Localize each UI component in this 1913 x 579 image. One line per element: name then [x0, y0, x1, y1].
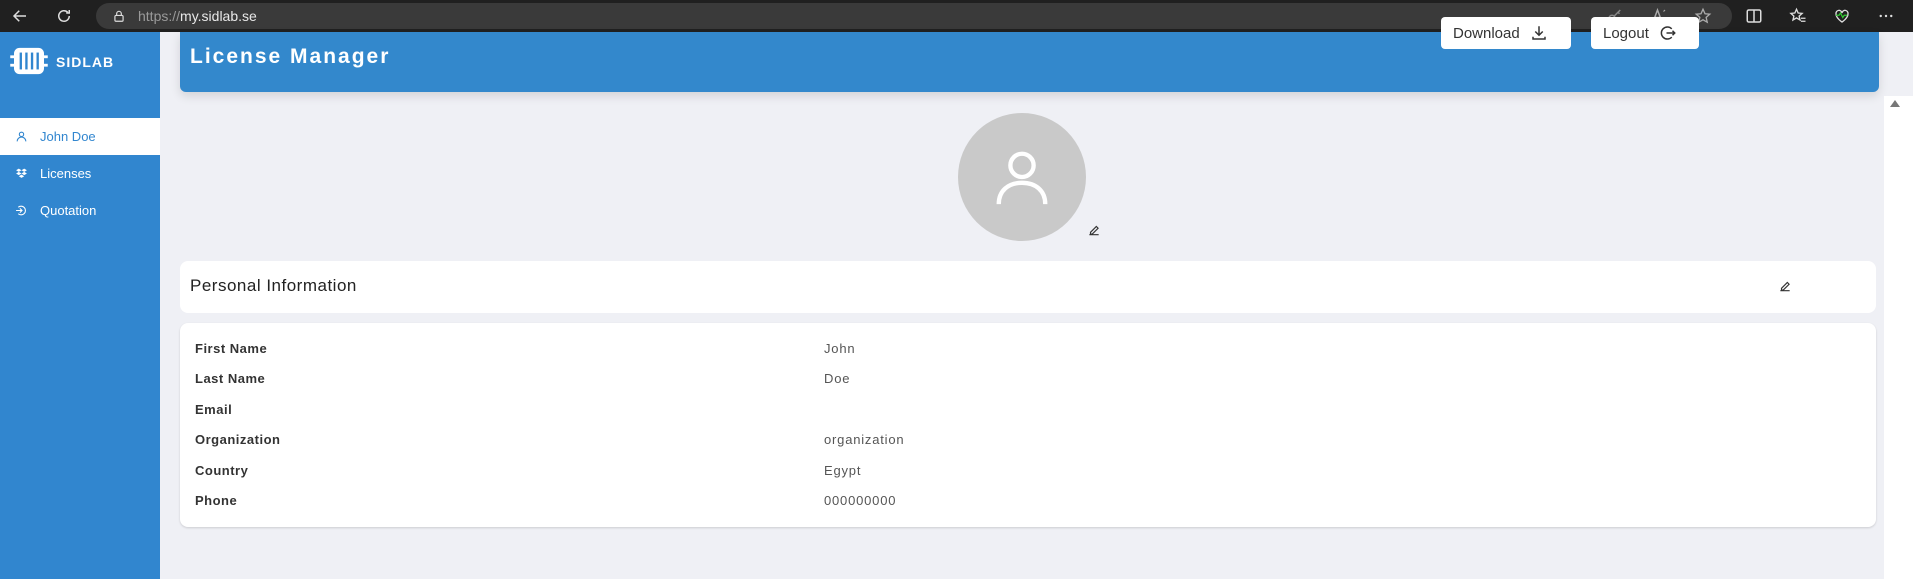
download-label: Download	[1453, 24, 1520, 42]
info-value: Doe	[824, 371, 851, 386]
split-screen-icon	[1746, 9, 1762, 23]
info-label: Email	[195, 402, 233, 417]
more-menu-button[interactable]	[1873, 3, 1899, 29]
download-button[interactable]: Download	[1441, 17, 1571, 49]
user-placeholder-icon	[996, 151, 1048, 205]
sidebar: SIDLAB John Doe Licenses Quotation	[0, 32, 160, 579]
info-value: Egypt	[824, 463, 862, 478]
sidebar-item-label: John Doe	[40, 129, 96, 144]
sidebar-item-licenses[interactable]: Licenses	[0, 155, 160, 192]
heart-pulse-icon	[1835, 9, 1849, 23]
edit-avatar-icon[interactable]	[1087, 223, 1101, 237]
info-row-first-name: First Name John	[195, 341, 1845, 361]
back-button[interactable]	[6, 2, 34, 30]
page-scrollbar[interactable]	[1884, 96, 1913, 579]
logout-button[interactable]: Logout	[1591, 17, 1699, 49]
avatar	[958, 113, 1086, 241]
logout-icon	[1660, 26, 1676, 40]
health-button[interactable]	[1829, 3, 1855, 29]
info-row-organization: Organization organization	[195, 432, 1845, 452]
sidebar-item-label: Licenses	[40, 166, 92, 181]
refresh-button[interactable]	[50, 2, 78, 30]
info-value: organization	[824, 432, 905, 447]
split-screen-button[interactable]	[1741, 3, 1767, 29]
sidebar-item-label: Quotation	[40, 203, 97, 218]
favorites-button[interactable]	[1785, 3, 1811, 29]
brand[interactable]: SIDLAB	[0, 32, 160, 118]
info-value: 000000000	[824, 493, 897, 508]
url-protocol: https://	[138, 8, 181, 24]
personal-info-header-card: Personal Information	[180, 261, 1876, 313]
more-dots-icon	[1879, 14, 1893, 18]
login-icon	[14, 204, 28, 218]
favorites-icon	[1789, 7, 1806, 22]
download-icon	[1531, 26, 1546, 40]
sidebar-item-profile[interactable]: John Doe	[0, 118, 160, 155]
lock-icon	[114, 10, 124, 22]
info-row-phone: Phone 000000000	[195, 493, 1845, 513]
info-row-country: Country Egypt	[195, 463, 1845, 483]
info-row-last-name: Last Name Doe	[195, 371, 1845, 391]
arrow-left-icon	[12, 10, 26, 22]
info-label: Phone	[195, 493, 238, 508]
refresh-icon	[58, 10, 70, 22]
info-label: Organization	[195, 432, 281, 447]
edit-info-icon[interactable]	[1778, 279, 1792, 293]
info-label: First Name	[195, 341, 268, 356]
info-row-email: Email	[195, 402, 1845, 422]
url-domain: my.sidlab.se	[180, 8, 257, 24]
scroll-up-arrow-icon[interactable]	[1890, 100, 1900, 107]
info-value: John	[824, 341, 856, 356]
brand-name: SIDLAB	[56, 54, 115, 70]
dropbox-icon	[14, 167, 28, 181]
sidebar-item-quotation[interactable]: Quotation	[0, 192, 160, 229]
page-title: License Manager	[190, 45, 391, 68]
logout-label: Logout	[1603, 24, 1649, 42]
section-title: Personal Information	[190, 276, 357, 295]
info-label: Last Name	[195, 371, 266, 386]
info-label: Country	[195, 463, 249, 478]
url-text: https://my.sidlab.se	[138, 8, 257, 24]
personal-info-card: First Name John Last Name Doe Email Orga…	[180, 323, 1876, 527]
user-icon	[14, 130, 28, 144]
sidlab-logo-icon	[10, 47, 48, 75]
